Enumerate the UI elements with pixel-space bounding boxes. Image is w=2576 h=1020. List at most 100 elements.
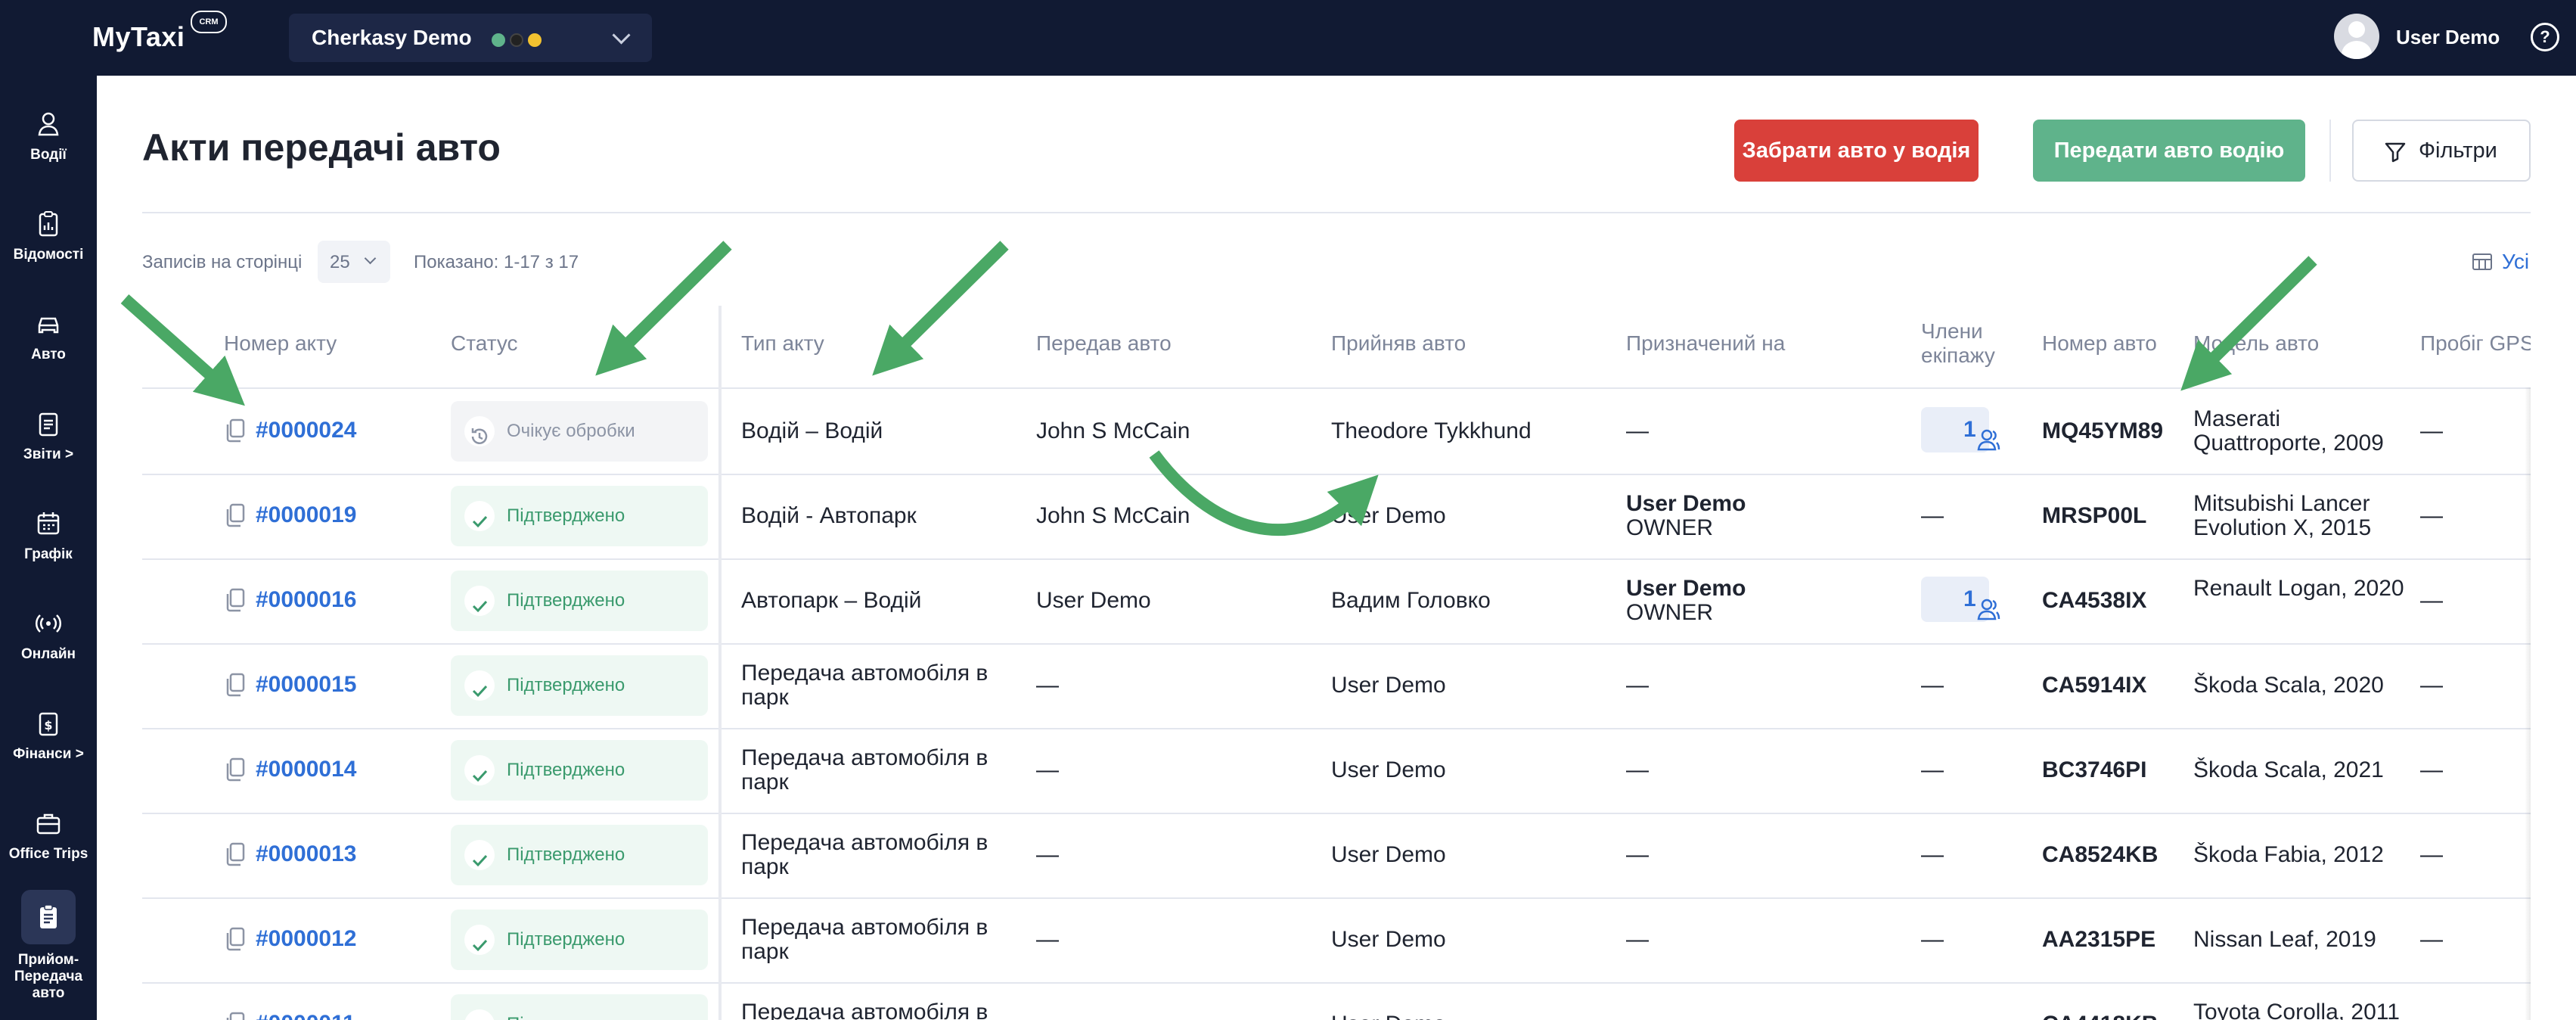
car-model: Škoda Scala, 2021 (2193, 757, 2384, 782)
car-model: Maserati Quattroporte, 2009 (2193, 406, 2384, 456)
copy-icon[interactable] (224, 841, 247, 871)
status-badge: Підтверджено (451, 655, 708, 716)
sidebar-item-label: Фінанси > (13, 746, 84, 762)
gps-mileage: — (2420, 673, 2443, 698)
table-row[interactable]: #0000015 Підтверджено Передача автомобіля … (142, 643, 2531, 729)
sidebar-item-reports[interactable]: Звіти > (0, 390, 97, 481)
status-text: Підтверджено (507, 590, 625, 611)
column-header-act-type[interactable]: Тип акту (741, 331, 824, 356)
act-number-link[interactable]: #0000019 (256, 502, 356, 528)
finance-icon: $ (39, 712, 58, 736)
table-row[interactable]: #0000016 Підтверджено Автопарк – Водій User… (142, 558, 2531, 645)
column-header-assigned-to[interactable]: Призначений на (1626, 331, 1785, 356)
copy-icon[interactable] (224, 502, 247, 532)
status-badge: Підтверджено (451, 486, 708, 546)
top-bar: MyTaxi CRM Cherkasy Demo User Demo ? (0, 0, 2576, 76)
sidebar-item-label: Водії (30, 147, 67, 163)
sidebar-item-label: Прийом- Передача авто (14, 952, 83, 1001)
handed-over-by: — (1036, 842, 1059, 867)
table-row[interactable]: #0000012 Підтверджено Передача автомобіля … (142, 897, 2531, 984)
act-number-link[interactable]: #0000013 (256, 841, 356, 867)
columns-label: Усі (2502, 250, 2530, 273)
gps-mileage: — (2420, 927, 2443, 952)
car-plate: MRSP00L (2042, 503, 2147, 528)
assigned-to: — (1626, 757, 1649, 782)
column-header-received[interactable]: Прийняв авто (1331, 331, 1466, 356)
sidebar-item-office-trips[interactable]: Office Trips (0, 790, 97, 881)
act-number-link[interactable]: #0000014 (256, 757, 356, 782)
car-plate: BC3746PI (2042, 757, 2147, 782)
records-shown: Показано: 1-17 з 17 (414, 252, 579, 272)
copy-icon[interactable] (224, 418, 247, 447)
car-plate: CA8524KB (2042, 842, 2159, 867)
sidebar-item-label: Office Trips (8, 846, 88, 862)
column-header-model[interactable]: Модель авто (2193, 331, 2319, 356)
act-number-link[interactable]: #0000024 (256, 418, 356, 443)
app-logo[interactable]: MyTaxi (92, 21, 185, 53)
avatar[interactable] (2334, 14, 2379, 59)
briefcase-icon (36, 813, 61, 835)
gps-mileage: — (2420, 588, 2443, 613)
copy-icon[interactable] (224, 672, 247, 701)
sidebar-item-finance[interactable]: $ Фінанси > (0, 690, 97, 781)
act-number-link[interactable]: #0000012 (256, 926, 356, 952)
crew-badge[interactable]: 1 (1921, 407, 2000, 452)
status-badge: Підтверджено (451, 740, 708, 801)
filters-button[interactable]: Фільтри (2352, 120, 2531, 182)
sidebar-item-car-handover[interactable]: Прийом- Передача авто (0, 882, 97, 1018)
crew-empty: — (1921, 503, 1944, 528)
table-row[interactable]: #0000011 Підтверджено Передача автомобіля … (142, 982, 2531, 1020)
sidebar-item-schedule[interactable]: Графік (0, 490, 97, 581)
sidebar-item-cars[interactable]: Авто (0, 291, 97, 381)
crm-badge: CRM (191, 11, 227, 33)
table-row[interactable]: #0000013 Підтверджено Передача автомобіля … (142, 813, 2531, 899)
user-menu[interactable]: User Demo ? (2334, 12, 2561, 64)
crew-badge[interactable]: 1 (1921, 577, 2000, 622)
sidebar-item-online[interactable]: Онлайн (0, 590, 97, 681)
copy-icon[interactable] (224, 1011, 247, 1020)
per-page-select[interactable]: 25 (318, 241, 390, 283)
give-car-to-driver-button[interactable]: Передати авто водію (2033, 120, 2305, 182)
column-header-act-number[interactable]: Номер акту (224, 331, 337, 356)
table-row[interactable]: #0000014 Підтверджено Передача автомобіля … (142, 728, 2531, 814)
scroll-shadow (2525, 387, 2531, 1020)
assigned-to-role: OWNER (1626, 515, 1713, 540)
park-selector[interactable]: Cherkasy Demo (289, 14, 652, 62)
copy-icon[interactable] (224, 587, 247, 617)
sidebar-item-drivers[interactable]: Водії (0, 91, 97, 182)
clipboard-chart-icon (39, 211, 58, 237)
take-car-from-driver-button[interactable]: Забрати авто у водія (1734, 120, 1979, 182)
status-text: Підтверджено (507, 929, 625, 950)
table-row[interactable]: #0000019 Підтверджено Водій - Автопарк John… (142, 474, 2531, 560)
status-badge: Підтверджено (451, 910, 708, 970)
act-type: Передача автомобіля в парк (741, 830, 989, 879)
assigned-to: — (1626, 673, 1649, 698)
table-row[interactable]: #0000024 Очікує обробки Водій – Водій John … (142, 389, 2531, 475)
sidebar-item-label: Звіти > (23, 446, 74, 462)
column-header-gps-mileage[interactable]: Пробіг GPS (2420, 331, 2531, 356)
received-by: Вадим Головко (1331, 588, 1491, 613)
help-icon[interactable]: ? (2531, 23, 2559, 51)
car-model: Mitsubishi Lancer Evolution X, 2015 (2193, 491, 2372, 540)
sidebar-item-statements[interactable]: Відомості (0, 191, 97, 281)
assigned-to-role: OWNER (1626, 600, 1713, 625)
chevron-down-icon (612, 26, 631, 45)
sidebar-item-label: Графік (24, 546, 73, 562)
status-text: Очікує обробки (507, 421, 635, 441)
act-number-link[interactable]: #0000011 (256, 1011, 355, 1020)
column-header-status[interactable]: Статус (451, 331, 518, 356)
status-text: Підтверджено (507, 505, 625, 526)
copy-icon[interactable] (224, 757, 247, 786)
act-number-link[interactable]: #0000016 (256, 587, 356, 613)
act-number-link[interactable]: #0000015 (256, 672, 356, 698)
user-name[interactable]: User Demo (2396, 26, 2500, 49)
car-plate: MQ45YM89 (2042, 418, 2164, 443)
history-icon (464, 416, 495, 446)
column-header-plate[interactable]: Номер авто (2042, 331, 2157, 356)
act-type: Передача автомобіля в парк (741, 1000, 989, 1020)
crew-empty: — (1921, 673, 1944, 698)
column-header-handed-over[interactable]: Передав авто (1036, 331, 1172, 356)
copy-icon[interactable] (224, 926, 247, 956)
check-icon (464, 925, 495, 955)
column-header-crew[interactable]: Члени екіпажу (1921, 319, 2012, 368)
